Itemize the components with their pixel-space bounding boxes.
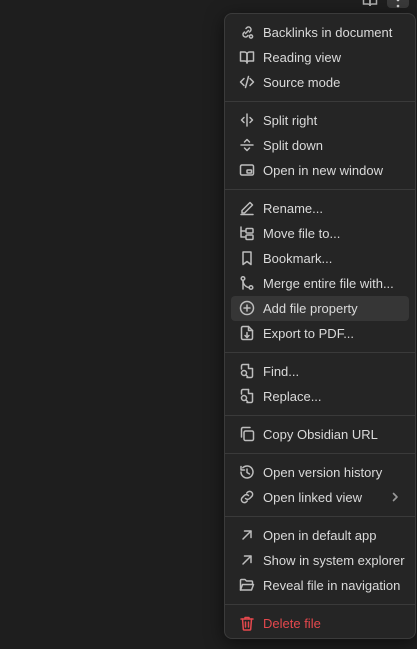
menu-item-reveal-file-in-navigation[interactable]: Reveal file in navigation bbox=[231, 573, 409, 598]
menu-item-reading-view[interactable]: Reading view bbox=[231, 45, 409, 70]
arrow-up-right-icon bbox=[239, 527, 255, 543]
menu-item-backlinks-in-document[interactable]: Backlinks in document bbox=[231, 20, 409, 45]
menu-item-delete-file[interactable]: Delete file bbox=[231, 611, 409, 636]
menu-item-label: Split right bbox=[263, 113, 318, 128]
menu-item-open-version-history[interactable]: Open version history bbox=[231, 460, 409, 485]
menu-item-open-linked-view[interactable]: Open linked view bbox=[231, 485, 409, 510]
pencil-icon bbox=[239, 200, 255, 216]
menu-item-label: Delete file bbox=[263, 616, 321, 631]
file-replace-icon bbox=[239, 388, 255, 404]
menu-separator bbox=[225, 453, 415, 454]
menu-item-label: Add file property bbox=[263, 301, 358, 316]
menu-separator bbox=[225, 415, 415, 416]
menu-item-rename[interactable]: Rename... bbox=[231, 196, 409, 221]
menu-item-label: Merge entire file with... bbox=[263, 276, 394, 291]
arrow-up-right-icon bbox=[239, 552, 255, 568]
trash-icon bbox=[239, 615, 255, 631]
backlinks-icon bbox=[239, 24, 255, 40]
menu-item-merge-entire-file-with[interactable]: Merge entire file with... bbox=[231, 271, 409, 296]
menu-item-label: Bookmark... bbox=[263, 251, 333, 266]
split-vertical-icon bbox=[239, 112, 255, 128]
menu-item-find[interactable]: Find... bbox=[231, 359, 409, 384]
menu-separator bbox=[225, 189, 415, 190]
menu-item-split-right[interactable]: Split right bbox=[231, 108, 409, 133]
menu-item-source-mode[interactable]: Source mode bbox=[231, 70, 409, 95]
history-icon bbox=[239, 464, 255, 480]
bookmark-icon bbox=[239, 250, 255, 266]
reading-view-toggle[interactable] bbox=[359, 0, 381, 8]
book-open-icon bbox=[239, 49, 255, 65]
plus-circle-icon bbox=[239, 300, 255, 316]
menu-item-label: Open in new window bbox=[263, 163, 383, 178]
more-options-button[interactable] bbox=[387, 0, 409, 8]
menu-item-label: Open in default app bbox=[263, 528, 377, 543]
book-open-icon bbox=[362, 0, 378, 7]
menu-item-label: Rename... bbox=[263, 201, 323, 216]
menu-item-add-file-property[interactable]: Add file property bbox=[231, 296, 409, 321]
menu-item-open-in-new-window[interactable]: Open in new window bbox=[231, 158, 409, 183]
more-options-icon bbox=[396, 0, 400, 8]
git-merge-icon bbox=[239, 275, 255, 291]
menu-item-label: Source mode bbox=[263, 75, 341, 90]
menu-item-label: Split down bbox=[263, 138, 323, 153]
menu-item-label: Copy Obsidian URL bbox=[263, 427, 378, 442]
menu-item-label: Open version history bbox=[263, 465, 383, 480]
view-actions bbox=[359, 0, 409, 8]
file-export-icon bbox=[239, 325, 255, 341]
menu-item-label: Reading view bbox=[263, 50, 342, 65]
menu-item-label: Reveal file in navigation bbox=[263, 578, 401, 593]
menu-item-show-in-system-explorer[interactable]: Show in system explorer bbox=[231, 548, 409, 573]
new-window-icon bbox=[239, 162, 255, 178]
copy-icon bbox=[239, 426, 255, 442]
menu-item-label: Show in system explorer bbox=[263, 553, 405, 568]
link-icon bbox=[239, 489, 255, 505]
code-icon bbox=[239, 74, 255, 90]
menu-item-move-file-to[interactable]: Move file to... bbox=[231, 221, 409, 246]
menu-separator bbox=[225, 352, 415, 353]
folder-open-icon bbox=[239, 577, 255, 593]
menu-item-label: Export to PDF... bbox=[263, 326, 355, 341]
menu-separator bbox=[225, 101, 415, 102]
menu-item-open-in-default-app[interactable]: Open in default app bbox=[231, 523, 409, 548]
menu-item-label: Replace... bbox=[263, 389, 322, 404]
split-horizontal-icon bbox=[239, 137, 255, 153]
chevron-right-icon bbox=[389, 491, 401, 503]
menu-item-label: Move file to... bbox=[263, 226, 341, 241]
menu-separator bbox=[225, 604, 415, 605]
menu-item-bookmark[interactable]: Bookmark... bbox=[231, 246, 409, 271]
menu-item-label: Open linked view bbox=[263, 490, 362, 505]
file-search-icon bbox=[239, 363, 255, 379]
menu-item-label: Backlinks in document bbox=[263, 25, 393, 40]
menu-item-split-down[interactable]: Split down bbox=[231, 133, 409, 158]
menu-item-copy-obsidian-url[interactable]: Copy Obsidian URL bbox=[231, 422, 409, 447]
menu-item-replace[interactable]: Replace... bbox=[231, 384, 409, 409]
menu-separator bbox=[225, 516, 415, 517]
move-folder-icon bbox=[239, 225, 255, 241]
file-context-menu: Backlinks in document Reading view Source … bbox=[224, 13, 416, 639]
menu-item-label: Find... bbox=[263, 364, 300, 379]
menu-item-export-to-pdf[interactable]: Export to PDF... bbox=[231, 321, 409, 346]
